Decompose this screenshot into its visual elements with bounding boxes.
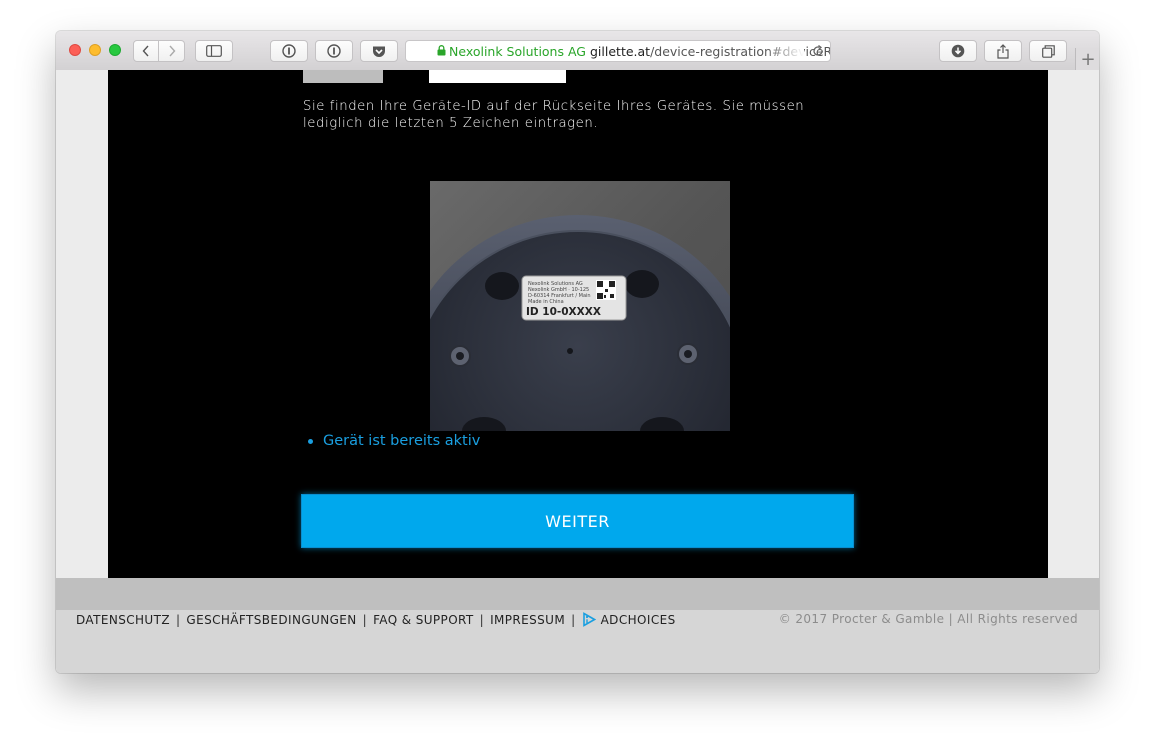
- status-item-device-active[interactable]: Gerät ist bereits aktiv: [308, 433, 480, 449]
- device-illustration: Nexolink Solutions AG Nexolink GmbH · 10…: [430, 215, 730, 431]
- share-button[interactable]: [984, 40, 1022, 62]
- url-domain: gillette.at: [590, 43, 651, 59]
- browser-toolbar: Nexolink Solutions AG gillette.at/device…: [56, 31, 1099, 71]
- plus-icon: +: [1080, 48, 1096, 70]
- footer-link-adchoices[interactable]: ADCHOICES: [582, 612, 676, 627]
- footer-separator: |: [479, 612, 485, 627]
- lock-icon: [437, 45, 446, 56]
- share-icon: [997, 43, 1009, 59]
- tabs-overview-button[interactable]: [1029, 40, 1067, 62]
- sidebar-icon: [206, 45, 222, 57]
- reload-icon[interactable]: [812, 45, 824, 57]
- footer-separator: |: [175, 612, 181, 627]
- chevron-right-icon: [168, 45, 175, 57]
- footer-link-faq-support[interactable]: FAQ & SUPPORT: [373, 613, 474, 627]
- browser-window: Nexolink Solutions AG gillette.at/device…: [56, 31, 1099, 673]
- web-content: Sie finden Ihre Geräte-ID auf der Rückse…: [56, 70, 1099, 673]
- footer-link-impressum[interactable]: IMPRESSUM: [490, 613, 565, 627]
- 1password-icon: [282, 44, 296, 58]
- pocket-icon: [373, 46, 385, 57]
- weiter-button[interactable]: WEITER: [301, 494, 854, 548]
- tabs-overview-icon: [1041, 44, 1055, 58]
- minimize-window-button[interactable]: [89, 44, 101, 56]
- history-navigation: [133, 40, 185, 62]
- footer-link-datenschutz[interactable]: DATENSCHUTZ: [76, 613, 170, 627]
- password-manager-button-2[interactable]: [315, 40, 353, 62]
- chevron-left-icon: [142, 45, 149, 57]
- url-fade: [764, 41, 804, 61]
- partial-select-field[interactable]: [303, 70, 383, 83]
- device-id-text: ID 10-0XXXX: [526, 306, 601, 318]
- close-window-button[interactable]: [69, 44, 81, 56]
- device-back-image: Nexolink Solutions AG Nexolink GmbH · 10…: [430, 181, 730, 431]
- footer-separator: |: [362, 612, 368, 627]
- back-button[interactable]: [133, 40, 159, 62]
- registration-panel: Sie finden Ihre Geräte-ID auf der Rückse…: [108, 70, 1048, 578]
- address-bar[interactable]: Nexolink Solutions AG gillette.at/device…: [405, 40, 831, 62]
- zoom-window-button[interactable]: [109, 44, 121, 56]
- bullet-icon: [308, 438, 313, 444]
- pocket-button[interactable]: [360, 40, 398, 62]
- copyright-notice: © 2017 Procter & Gamble | All Rights res…: [778, 612, 1078, 626]
- footer-divider: [56, 578, 1099, 610]
- footer-separator: |: [571, 612, 576, 627]
- adchoices-icon: [582, 612, 596, 627]
- footer-links: DATENSCHUTZ | GESCHÄFTSBEDINGUNGEN | FAQ…: [76, 612, 676, 627]
- device-id-hint: Sie finden Ihre Geräte-ID auf der Rückse…: [303, 99, 805, 131]
- certificate-owner: Nexolink Solutions AG: [449, 43, 586, 59]
- device-label-line: Made in China: [528, 299, 564, 305]
- download-icon: [951, 44, 965, 58]
- downloads-button[interactable]: [939, 40, 977, 62]
- password-manager-button[interactable]: [270, 40, 308, 62]
- page-footer: DATENSCHUTZ | GESCHÄFTSBEDINGUNGEN | FAQ…: [56, 610, 1099, 673]
- partial-device-id-input[interactable]: [429, 70, 566, 83]
- status-item-label: Gerät ist bereits aktiv: [323, 433, 481, 449]
- new-tab-button[interactable]: +: [1075, 48, 1099, 70]
- forward-button[interactable]: [159, 40, 185, 62]
- sidebar-button[interactable]: [195, 40, 233, 62]
- 1password-icon: [327, 44, 341, 58]
- adchoices-label: ADCHOICES: [600, 612, 676, 627]
- footer-link-geschaeftsbedingungen[interactable]: GESCHÄFTSBEDINGUNGEN: [186, 613, 356, 627]
